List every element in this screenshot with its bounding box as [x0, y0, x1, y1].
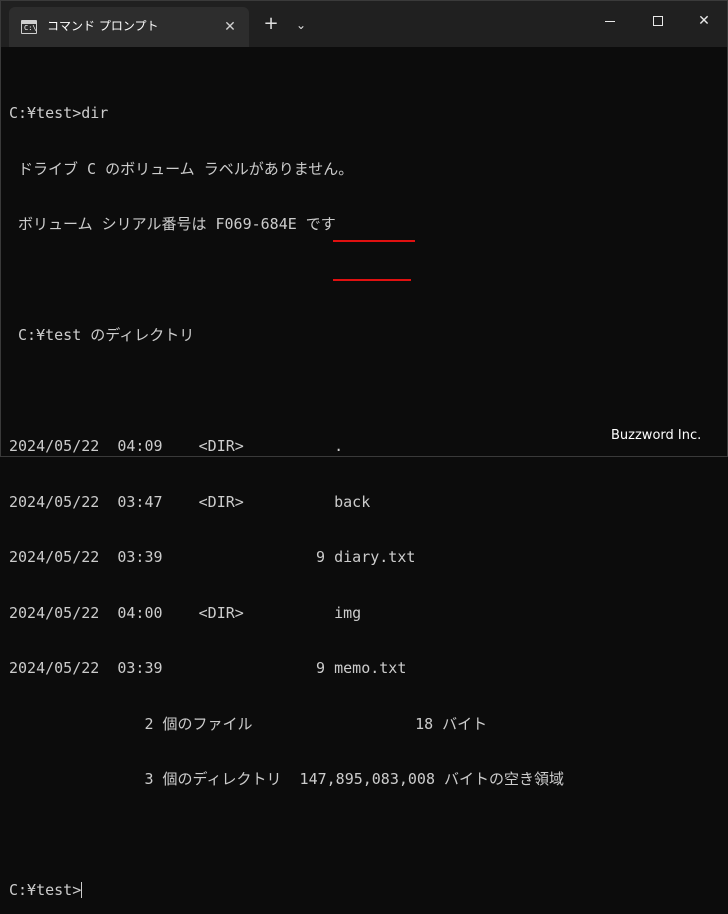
minimize-icon	[605, 21, 615, 22]
tab-close-icon[interactable]: ✕	[219, 16, 241, 38]
maximize-icon	[653, 16, 663, 26]
dir-entry: 2024/05/22 03:39 9 memo.txt	[9, 659, 407, 677]
summary-dirs: 3 個のディレクトリ 147,895,083,008 バイトの空き領域	[9, 770, 565, 788]
terminal-line: C:¥test のディレクトリ	[9, 326, 195, 344]
terminal-line: ボリューム シリアル番号は F069-684E です	[9, 215, 336, 233]
dir-entry: 2024/05/22 03:39 9 diary.txt	[9, 548, 416, 566]
terminal-window: C:\ コマンド プロンプト ✕ + ⌄ ✕ C:¥test>dir ドライブ …	[0, 0, 728, 899]
console-icon-glyph: C:\	[24, 24, 37, 32]
title-bar[interactable]: C:\ コマンド プロンプト ✕ + ⌄ ✕	[1, 1, 727, 47]
dir-entry: 2024/05/22 03:47 <DIR> back	[9, 492, 371, 511]
close-button[interactable]: ✕	[681, 1, 727, 41]
tab-command-prompt[interactable]: C:\ コマンド プロンプト ✕	[9, 7, 249, 47]
prompt-text: C:¥test>	[9, 881, 82, 899]
terminal-output[interactable]: C:¥test>dir ドライブ C のボリューム ラベルがありません。 ボリュ…	[9, 67, 721, 899]
prompt-line[interactable]: C:¥test>	[9, 881, 721, 900]
watermark-text: Buzzword Inc.	[611, 428, 702, 443]
close-icon: ✕	[698, 13, 710, 29]
chevron-down-icon[interactable]: ⌄	[291, 13, 311, 37]
text-cursor	[81, 882, 83, 898]
minimize-button[interactable]	[587, 1, 633, 41]
dir-entry: 2024/05/22 04:00 <DIR> img	[9, 603, 362, 622]
terminal-line: C:¥test>dir	[9, 104, 109, 122]
new-tab-plus-icon[interactable]: +	[259, 13, 283, 37]
highlight-underline-memo	[333, 279, 411, 281]
terminal-line: ドライブ C のボリューム ラベルがありません。	[9, 159, 354, 178]
tab-title: コマンド プロンプト	[47, 19, 159, 33]
highlight-underline-diary	[333, 240, 415, 242]
maximize-button[interactable]	[635, 1, 681, 41]
console-icon: C:\	[21, 20, 37, 34]
summary-files: 2 個のファイル 18 バイト	[9, 714, 488, 733]
